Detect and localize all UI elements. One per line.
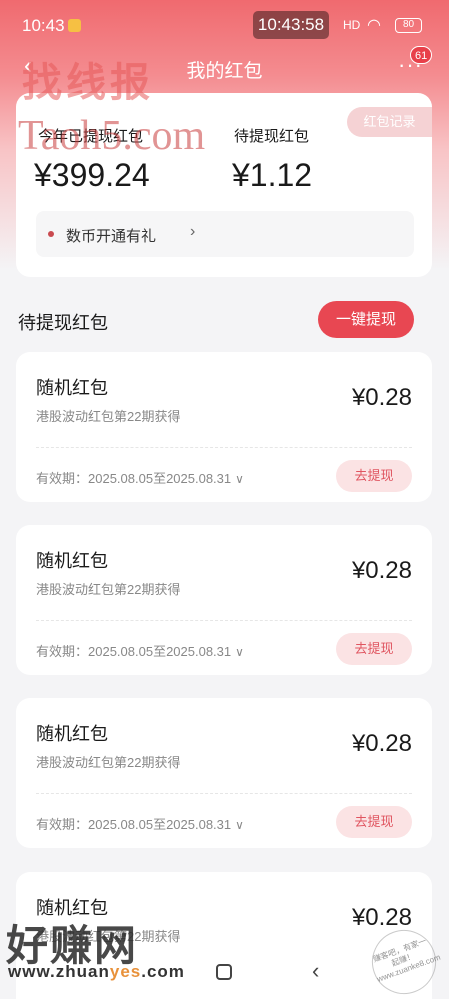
- promo-text: 数币开通有礼: [66, 228, 157, 245]
- withdraw-button[interactable]: 去提现: [336, 460, 412, 492]
- one-click-withdraw-button[interactable]: 一键提现: [318, 301, 414, 338]
- status-bar: 10:43 10:43:58 HD ◠ 80: [0, 0, 449, 48]
- status-time: 10:43: [22, 16, 65, 35]
- packet-source: 港股波动红包第22期获得: [36, 409, 181, 424]
- withdraw-button[interactable]: 去提现: [336, 633, 412, 665]
- divider: [36, 620, 412, 621]
- home-key-icon[interactable]: [216, 964, 232, 980]
- wifi-icon: ◠: [367, 17, 381, 34]
- watermark-url-part: www.zhuan: [8, 962, 110, 981]
- notification-app-icon: [68, 19, 81, 32]
- packet-validity-text: 有效期：2025.08.05至2025.08.31: [36, 471, 232, 486]
- packet-amount: ¥0.28: [351, 904, 412, 931]
- watermark-url-part: .com: [141, 962, 185, 981]
- packet-validity[interactable]: 有效期：2025.08.05至2025.08.31 ∨: [36, 641, 244, 660]
- packet-title: 随机红包: [36, 551, 108, 571]
- notification-badge: 61: [410, 46, 433, 64]
- divider: [36, 793, 412, 794]
- pending-label: 待提现红包: [234, 128, 310, 145]
- packet-amount: ¥0.28: [351, 557, 412, 584]
- watermark-bottom-url: www.zhuanyes.com: [8, 962, 185, 982]
- chevron-down-icon: ∨: [235, 472, 244, 486]
- watermark-url-accent: yes: [109, 962, 142, 981]
- watermark-top-logo: 找线报: [22, 61, 154, 105]
- chevron-down-icon: ∨: [235, 645, 244, 659]
- packet-validity[interactable]: 有效期：2025.08.05至2025.08.31 ∨: [36, 468, 244, 487]
- red-packet-record-button[interactable]: 红包记录: [347, 107, 432, 137]
- pending-section-title: 待提现红包: [18, 313, 108, 333]
- red-packet-card: 随机红包 港股波动红包第22期获得 ¥0.28 有效期：2025.08.05至2…: [16, 525, 432, 675]
- promo-dot-icon: [48, 231, 54, 237]
- packet-amount: ¥0.28: [351, 730, 412, 757]
- promo-row[interactable]: 数币开通有礼 ›: [36, 211, 414, 257]
- packet-title: 随机红包: [36, 724, 108, 744]
- packet-source: 港股波动红包第22期获得: [36, 582, 181, 597]
- battery-icon: 80: [395, 18, 422, 33]
- packet-title: 随机红包: [36, 378, 108, 398]
- status-clock: 10:43:58: [253, 11, 329, 39]
- red-packet-card: 随机红包 港股波动红包第22期获得 ¥0.28 有效期：2025.08.05至2…: [16, 352, 432, 502]
- pending-amount: ¥1.12: [232, 157, 313, 193]
- chevron-right-icon: ›: [190, 223, 196, 240]
- packet-amount: ¥0.28: [351, 384, 412, 411]
- packet-validity-text: 有效期：2025.08.05至2025.08.31: [36, 817, 232, 832]
- signal-icon: HD: [343, 18, 361, 32]
- packet-validity[interactable]: 有效期：2025.08.05至2025.08.31 ∨: [36, 814, 244, 833]
- packet-source: 港股波动红包第22期获得: [36, 755, 181, 770]
- red-packet-card: 随机红包 港股波动红包第22期获得 ¥0.28 有效期：2025.08.05至2…: [16, 698, 432, 848]
- chevron-down-icon: ∨: [235, 818, 244, 832]
- back-key-icon[interactable]: ‹: [312, 958, 319, 984]
- watermark-top-url: Taoh5.com: [18, 113, 206, 159]
- withdrawn-amount: ¥399.24: [34, 157, 150, 193]
- packet-validity-text: 有效期：2025.08.05至2025.08.31: [36, 644, 232, 659]
- withdraw-button[interactable]: 去提现: [336, 806, 412, 838]
- divider: [36, 447, 412, 448]
